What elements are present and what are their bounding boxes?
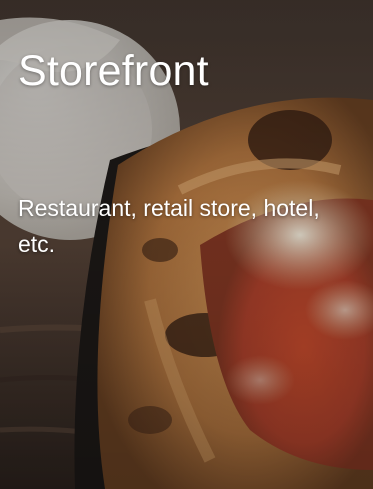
card-subtitle: Restaurant, retail store, hotel, etc. [18,195,320,257]
storefront-card[interactable]: Storefront Restaurant, retail store, hot… [0,0,373,489]
card-title: Storefront [18,47,209,95]
